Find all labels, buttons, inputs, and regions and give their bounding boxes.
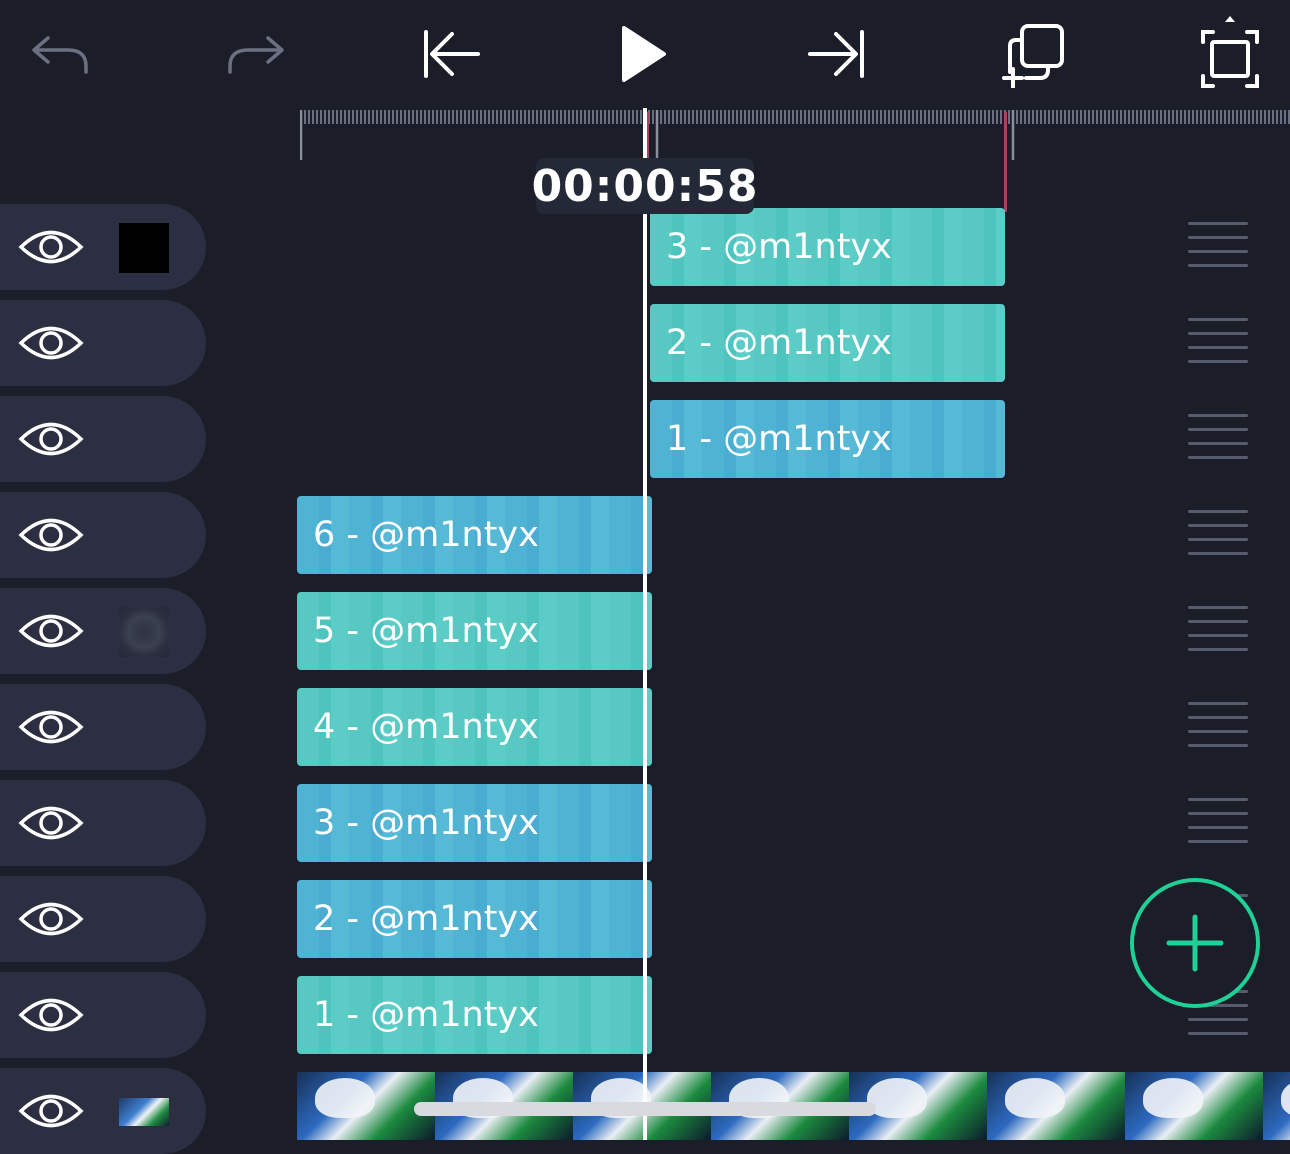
drag-handle[interactable] — [1188, 414, 1250, 464]
drag-handle[interactable] — [1188, 798, 1250, 848]
layer-thumbnail — [119, 1098, 169, 1126]
clip[interactable]: 2 - @m1ntyx — [650, 304, 1005, 382]
layer-header[interactable] — [0, 684, 206, 770]
clip-label: 1 - @m1ntyx — [313, 995, 539, 1035]
skip-to-end-button[interactable] — [802, 18, 874, 90]
eye-icon[interactable] — [18, 514, 84, 556]
eye-icon[interactable] — [18, 706, 84, 748]
layer-thumbnail — [119, 607, 169, 657]
timeline-ruler[interactable] — [300, 108, 1290, 168]
eye-icon[interactable] — [18, 1090, 84, 1132]
drag-handle[interactable] — [1188, 702, 1250, 752]
skip-to-end-icon — [808, 30, 864, 78]
eye-icon[interactable] — [18, 322, 84, 364]
video-frame — [1263, 1072, 1290, 1140]
clip-label: 3 - @m1ntyx — [313, 803, 539, 843]
layer-header[interactable] — [0, 492, 206, 578]
layer-header[interactable] — [0, 972, 206, 1058]
layer-header[interactable] — [0, 204, 206, 290]
eye-icon[interactable] — [18, 802, 84, 844]
clip-label: 5 - @m1ntyx — [313, 611, 539, 651]
layer-header[interactable] — [0, 780, 206, 866]
layer-thumbnail — [119, 223, 169, 273]
eye-icon[interactable] — [18, 610, 84, 652]
end-marker — [1004, 112, 1007, 212]
clip[interactable]: 1 - @m1ntyx — [650, 400, 1005, 478]
clip-label: 2 - @m1ntyx — [313, 899, 539, 939]
fullscreen-icon — [1201, 16, 1259, 88]
clip[interactable]: 2 - @m1ntyx — [297, 880, 652, 958]
add-layer-button[interactable] — [1130, 878, 1260, 1008]
toolbar — [0, 0, 1290, 108]
clip-label: 3 - @m1ntyx — [666, 227, 892, 267]
clip-label: 2 - @m1ntyx — [666, 323, 892, 363]
redo-icon — [228, 36, 284, 74]
video-frame — [1125, 1072, 1263, 1140]
skip-to-start-icon — [424, 30, 480, 78]
layer-header[interactable] — [0, 588, 206, 674]
skip-to-start-button[interactable] — [412, 18, 484, 90]
redo-button[interactable] — [220, 18, 292, 90]
play-icon — [622, 26, 666, 82]
layer-header[interactable] — [0, 1068, 206, 1154]
duplicate-button[interactable] — [998, 18, 1070, 90]
drag-handle[interactable] — [1188, 318, 1250, 368]
duplicate-icon — [1002, 24, 1064, 88]
clip-label: 1 - @m1ntyx — [666, 419, 892, 459]
layer-header[interactable] — [0, 876, 206, 962]
drag-handle[interactable] — [1188, 606, 1250, 656]
fullscreen-button[interactable] — [1194, 16, 1266, 90]
playhead[interactable] — [643, 108, 647, 1140]
clip-label: 4 - @m1ntyx — [313, 707, 539, 747]
clip[interactable]: 3 - @m1ntyx — [297, 784, 652, 862]
play-button[interactable] — [606, 18, 678, 90]
clip[interactable]: 3 - @m1ntyx — [650, 208, 1005, 286]
layer-header[interactable] — [0, 300, 206, 386]
layer-header[interactable] — [0, 396, 206, 482]
plus-icon — [1166, 914, 1224, 972]
eye-icon[interactable] — [18, 994, 84, 1036]
undo-button[interactable] — [24, 18, 96, 90]
drag-handle[interactable] — [1188, 222, 1250, 272]
clip-label: 6 - @m1ntyx — [313, 515, 539, 555]
eye-icon[interactable] — [18, 226, 84, 268]
drag-handle[interactable] — [1188, 510, 1250, 560]
clip[interactable]: 6 - @m1ntyx — [297, 496, 652, 574]
video-frame — [987, 1072, 1125, 1140]
undo-icon — [32, 36, 88, 74]
eye-icon[interactable] — [18, 418, 84, 460]
timecode-display: 00:00:58 — [532, 158, 757, 214]
horizontal-scrollbar[interactable] — [414, 1102, 876, 1116]
clip[interactable]: 4 - @m1ntyx — [297, 688, 652, 766]
eye-icon[interactable] — [18, 898, 84, 940]
clip[interactable]: 5 - @m1ntyx — [297, 592, 652, 670]
clip[interactable]: 1 - @m1ntyx — [297, 976, 652, 1054]
